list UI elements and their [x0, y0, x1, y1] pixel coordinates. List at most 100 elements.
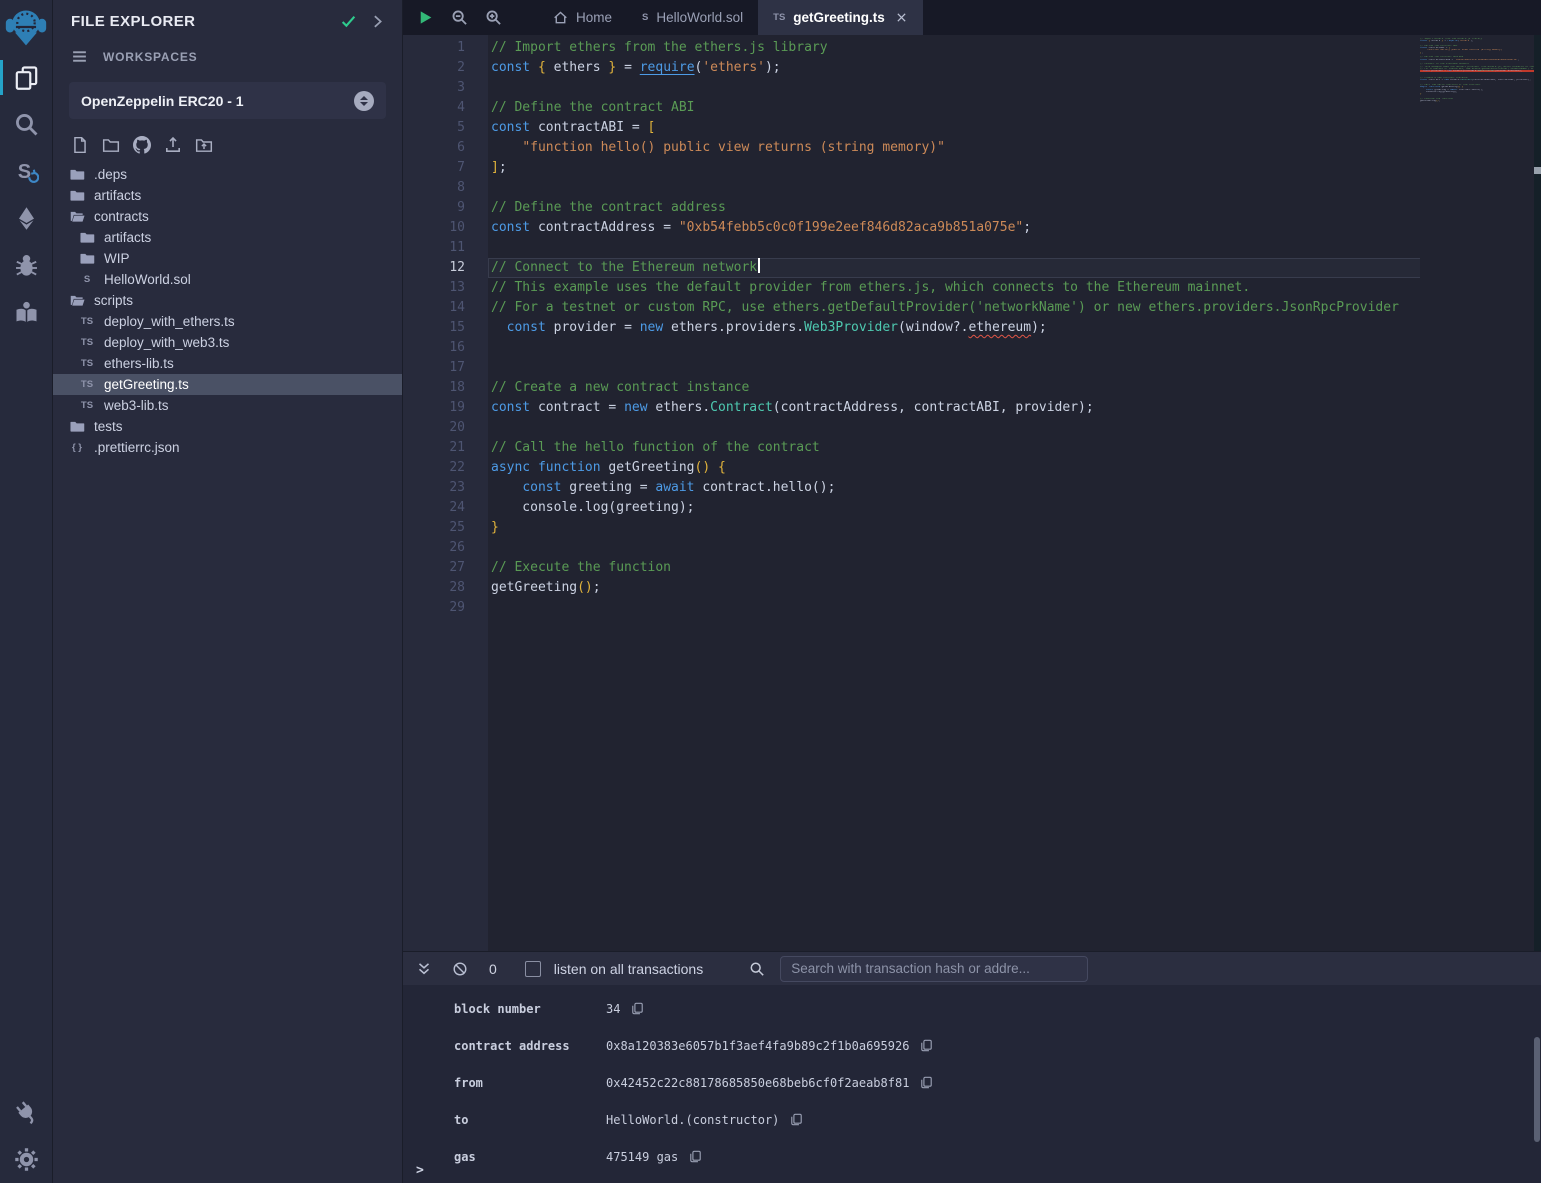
tree-item-deploy_with_web3.ts[interactable]: TSdeploy_with_web3.ts	[53, 332, 402, 353]
tree-item-scripts[interactable]: scripts	[53, 290, 402, 311]
tree-item-label: ethers-lib.ts	[104, 356, 174, 371]
terminal-collapse-button[interactable]	[416, 961, 432, 977]
code-line[interactable]: // This example uses the default provide…	[488, 278, 1541, 298]
tree-item-artifacts[interactable]: artifacts	[53, 185, 402, 206]
tree-item-deploy_with_ethers.ts[interactable]: TSdeploy_with_ethers.ts	[53, 311, 402, 332]
run-script-button[interactable]	[417, 9, 434, 26]
tab-getGreeting.ts[interactable]: TSgetGreeting.ts	[758, 0, 923, 35]
code-line[interactable]: // Define the contract ABI	[488, 98, 1541, 118]
code-line[interactable]: ];	[488, 158, 1541, 178]
code-line[interactable]	[488, 238, 1541, 258]
solidity-compiler-button[interactable]: S	[0, 148, 52, 195]
code-line[interactable]	[488, 338, 1541, 358]
code-line[interactable]	[488, 358, 1541, 378]
code-line[interactable]: // Define the contract address	[488, 198, 1541, 218]
code-line[interactable]	[488, 598, 1541, 618]
code-line[interactable]: // For a testnet or custom RPC, use ethe…	[488, 298, 1541, 318]
tree-item-ethers-lib.ts[interactable]: TS ethers-lib.ts	[53, 353, 402, 374]
listen-transactions-checkbox[interactable]	[525, 961, 541, 977]
code-line[interactable]	[488, 78, 1541, 98]
terminal-prompt[interactable]: >	[416, 1163, 424, 1178]
code-line[interactable]: const contract = new ethers.Contract(con…	[488, 398, 1541, 418]
file-explorer-panel: FILE EXPLORER WORKSPACES OpenZeppelin ER…	[53, 0, 403, 1183]
copy-button[interactable]	[920, 1039, 933, 1052]
learneth-button[interactable]	[0, 289, 52, 336]
code-line[interactable]: // Import ethers from the ethers.js libr…	[488, 38, 1541, 58]
create-file-button[interactable]	[71, 136, 89, 154]
code-line[interactable]	[488, 178, 1541, 198]
file-explorer-button[interactable]	[0, 54, 52, 101]
workspace-select[interactable]: OpenZeppelin ERC20 - 1	[69, 82, 386, 119]
close-tab-button[interactable]	[895, 11, 908, 24]
tree-item-.prettierrc.json[interactable]: { }.prettierrc.json	[53, 437, 402, 458]
solidity-file-icon: S	[642, 12, 648, 23]
solidity-file-icon: S	[84, 274, 90, 285]
terminal-search-input[interactable]	[780, 956, 1088, 982]
settings-button[interactable]	[0, 1136, 52, 1183]
upload-file-button[interactable]	[164, 136, 182, 154]
code-line[interactable]: // Call the hello function of the contra…	[488, 438, 1541, 458]
code-line[interactable]: // Create a new contract instance	[488, 378, 1541, 398]
zoom-out-button[interactable]	[451, 9, 468, 26]
code-line[interactable]: const contractAddress = "0xb54febb5c0c0f…	[488, 218, 1541, 238]
line-number: 20	[403, 418, 465, 438]
tree-item-HelloWorld.sol[interactable]: S HelloWorld.sol	[53, 269, 402, 290]
code-line[interactable]: async function getGreeting() {	[488, 458, 1541, 478]
code-line[interactable]: const { ethers } = require('ethers');	[488, 58, 1541, 78]
line-number: 5	[403, 118, 465, 138]
code-line[interactable]: const contractABI = [	[488, 118, 1541, 138]
tree-item-web3-lib.ts[interactable]: TSweb3-lib.ts	[53, 395, 402, 416]
terminal-row-to: toHelloWorld.(constructor)	[403, 1101, 1541, 1138]
tab-bar: HomeSHelloWorld.solTSgetGreeting.ts	[403, 0, 1541, 35]
tree-item-.deps[interactable]: .deps	[53, 164, 402, 185]
tree-item-label: HelloWorld.sol	[104, 272, 191, 287]
terminal-row-value: HelloWorld.(constructor)	[606, 1113, 779, 1127]
terminal-clear-button[interactable]	[452, 961, 468, 977]
tree-item-contracts[interactable]: contracts	[53, 206, 402, 227]
code-line[interactable]: // Execute the function	[488, 558, 1541, 578]
new-file-icon	[71, 136, 89, 154]
code-line[interactable]: const provider = new ethers.providers.We…	[488, 318, 1541, 338]
code-line[interactable]	[488, 538, 1541, 558]
tab-Home[interactable]: Home	[538, 0, 627, 35]
tab-HelloWorld.sol[interactable]: SHelloWorld.sol	[627, 0, 758, 35]
hamburger-icon[interactable]	[71, 48, 88, 65]
zoom-in-button[interactable]	[485, 9, 502, 26]
code-line[interactable]	[488, 418, 1541, 438]
create-folder-button[interactable]	[102, 136, 120, 154]
line-number: 12	[403, 258, 465, 278]
tree-item-getGreeting.ts[interactable]: TSgetGreeting.ts	[53, 374, 402, 395]
minimap[interactable]: // Import ethers from the ethers.js libr…	[1420, 35, 1534, 951]
plugin-manager-button[interactable]	[0, 1089, 52, 1136]
code-area[interactable]: // Import ethers from the ethers.js libr…	[488, 35, 1541, 951]
typescript-file-icon: TS	[773, 12, 785, 23]
deploy-and-run-button[interactable]	[0, 195, 52, 242]
line-number: 23	[403, 478, 465, 498]
copy-button[interactable]	[920, 1076, 933, 1089]
folder-icon	[80, 251, 95, 266]
code-editor[interactable]: 1234567891011121314151617181920212223242…	[403, 35, 1541, 951]
copy-button[interactable]	[689, 1150, 702, 1163]
code-line[interactable]: getGreeting();	[488, 578, 1541, 598]
upload-folder-button[interactable]	[195, 136, 213, 154]
typescript-file-icon: TS	[81, 358, 93, 369]
code-line[interactable]: }	[488, 518, 1541, 538]
debugger-button[interactable]	[0, 242, 52, 289]
remix-logo[interactable]	[0, 0, 52, 54]
code-line[interactable]: console.log(greeting);	[488, 498, 1541, 518]
scrollbar-thumb[interactable]	[1534, 167, 1541, 174]
search-button[interactable]	[0, 101, 52, 148]
tree-item-tests[interactable]: tests	[53, 416, 402, 437]
copy-button[interactable]	[631, 1002, 644, 1015]
terminal-scrollbar[interactable]	[1534, 1037, 1540, 1142]
tree-item-WIP[interactable]: WIP	[53, 248, 402, 269]
code-line[interactable]: // Connect to the Ethereum network	[488, 258, 1541, 278]
copy-button[interactable]	[790, 1113, 803, 1126]
folder-icon	[70, 167, 85, 182]
code-line[interactable]: "function hello() public view returns (s…	[488, 138, 1541, 158]
code-line[interactable]: const greeting = await contract.hello();	[488, 478, 1541, 498]
activity-bar: S	[0, 0, 53, 1183]
tree-item-artifacts[interactable]: artifacts	[53, 227, 402, 248]
clone-github-button[interactable]	[133, 136, 151, 154]
panel-collapse-button[interactable]	[369, 13, 386, 30]
